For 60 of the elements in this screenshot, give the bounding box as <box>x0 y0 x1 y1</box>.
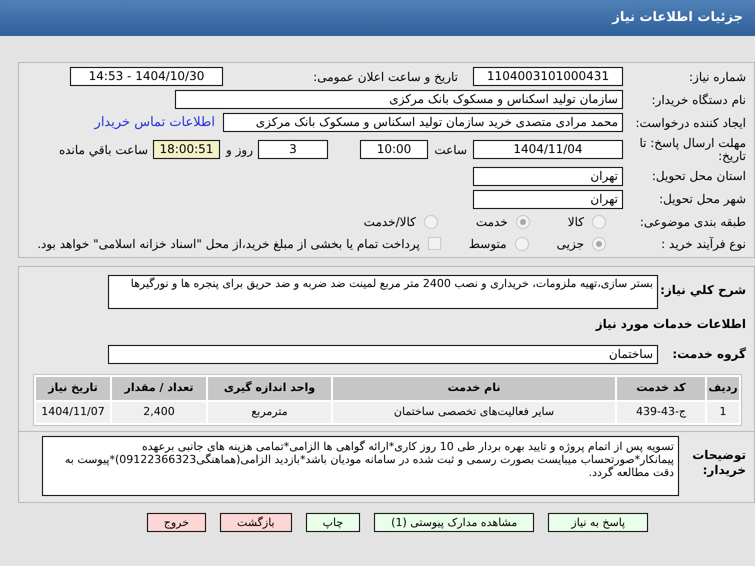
field-label: ساعت باقي مانده <box>58 142 149 158</box>
radio-button[interactable] <box>516 214 530 228</box>
column-header: ردیف <box>707 376 739 400</box>
column-header: تاریخ نیاز <box>36 376 110 400</box>
field-label: شرح کلي نياز: <box>659 282 746 298</box>
table-cell: ج-43-439 <box>617 402 705 422</box>
buyer-contact-link[interactable]: اطلاعات تماس خریدار <box>94 113 215 132</box>
action-button[interactable]: مشاهده مدارک پیوستی (1) <box>374 512 534 532</box>
summary-textarea[interactable]: بستر سازی،تهیه ملزومات، خریداری و نصب 2400 متر مربع لمینت ضد ضربه و ضد حریق برای پنجره ها و نورگیرها <box>108 274 658 308</box>
column-header: نام خدمت <box>333 376 615 400</box>
notes-textarea[interactable]: تسویه پس از اتمام پروژه و تایید بهره بردار طی 10 روز کاری*ارائه گواهی ها الزامی*تمامی هزینه های جانبی برعهده پیمانکار*صورتحساب میبایست بصورت رسمی و ثبت شده در سامانه مودیان باشد*بازدید الزامی(هماهنگی09122366323)*پیوست به دقت مطالعه گردد. <box>42 436 679 496</box>
deadline-date-field: 1404/11/04 <box>473 140 623 159</box>
field-label: توضیحات خریدار: <box>691 448 746 478</box>
radio-label: کالا/خدمت <box>364 214 416 230</box>
page-title: جزئیات اطلاعات نیاز <box>612 9 743 28</box>
radio-label: خدمت <box>476 214 508 230</box>
table-cell: مترمربع <box>208 402 331 422</box>
requester-field: محمد مرادی متصدی خرید سازمان تولید اسکناس و مسکوک بانک مرکزی <box>223 113 623 132</box>
table-cell: 1 <box>707 402 739 422</box>
radio-label: جزیی <box>556 236 584 252</box>
column-header: تعداد / مقدار <box>112 376 206 400</box>
table-cell: 2,400 <box>112 402 206 422</box>
buyer-org-field: سازمان تولید اسکناس و مسکوک بانک مرکزی <box>175 90 623 109</box>
field-label: گروه خدمت: <box>671 346 746 363</box>
field-label: نام دستگاه خریدار: <box>650 92 746 108</box>
radio-button[interactable] <box>592 236 606 250</box>
field-label: شهر محل تحویل: <box>658 191 746 208</box>
field-label: تاریخ و ساعت اعلان عمومی: <box>312 68 459 86</box>
section-heading: اطلاعات خدمات مورد نیاز <box>594 316 746 332</box>
field-label: شماره نیاز: <box>688 68 746 86</box>
column-header: کد خدمت <box>617 376 705 400</box>
field-label: ساعت <box>433 142 468 158</box>
field-label: استان محل تحویل: <box>650 168 746 185</box>
table-cell: سایر فعالیت‌های تخصصی ساختمان <box>333 402 615 422</box>
exit-button[interactable]: خروج <box>146 512 206 532</box>
table-cell: 1404/11/07 <box>36 402 110 422</box>
days-field: 3 <box>258 140 328 159</box>
need-number-field: 1104003101000431 <box>473 67 623 86</box>
deadline-time-field: 10:00 <box>360 140 428 159</box>
action-button[interactable]: چاپ <box>306 512 360 532</box>
action-button[interactable]: پاسخ به نیاز <box>548 512 648 532</box>
checkbox[interactable] <box>428 237 441 250</box>
field-label: ایجاد کننده درخواست: <box>634 114 746 132</box>
radio-button[interactable] <box>424 214 438 228</box>
city-field: تهران <box>473 190 623 208</box>
field-label: مهلت ارسال پاسخ: تا تاریخ: <box>638 136 746 162</box>
field-label: نوع فرآیند خرید : <box>660 236 746 252</box>
province-field: تهران <box>473 166 623 186</box>
announce-date-field: 1404/10/30 - 14:53 <box>70 67 223 86</box>
field-label: طبقه بندی موضوعی: <box>638 214 746 230</box>
column-header: واحد اندازه گیری <box>208 376 331 400</box>
radio-label: کالا <box>568 214 584 230</box>
radio-label: متوسط <box>468 236 507 252</box>
payment-note: پرداخت تمام یا بخشی از مبلغ خرید،از محل "اسناد خزانه اسلامی" خواهد بود. <box>37 236 420 252</box>
radio-button[interactable] <box>514 236 529 250</box>
radio-button[interactable] <box>592 214 606 228</box>
remaining-time-field: 18:00:51 <box>153 140 220 159</box>
exit-button[interactable]: بازگشت <box>220 512 292 532</box>
service-group-field: ساختمان <box>108 344 658 364</box>
field-label: روز و <box>224 142 254 158</box>
